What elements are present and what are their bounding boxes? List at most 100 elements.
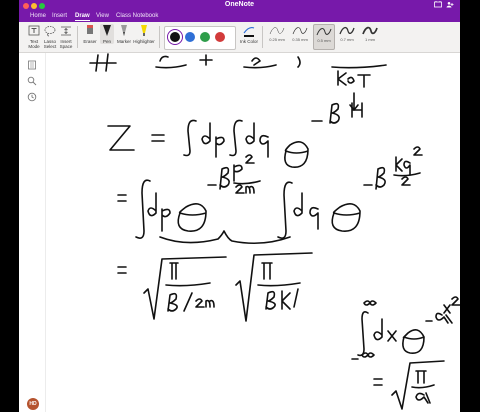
marker-icon [117, 24, 131, 38]
ink-pi [169, 262, 179, 280]
ink-underbrace [159, 230, 291, 245]
ink-D [297, 56, 301, 68]
ink-2m-fraction [155, 55, 187, 69]
ink-canvas[interactable] [46, 53, 460, 412]
insert-space-icon [59, 24, 73, 38]
ink-color-label: Ink Color [240, 39, 259, 44]
ink-beta [311, 102, 340, 124]
thickness-label: 0.35 mm [292, 37, 308, 42]
ink-beta-k [265, 288, 299, 310]
pen-label: Pen [102, 39, 111, 44]
ink-kBT [337, 70, 371, 88]
ink-minus-alpha [425, 312, 453, 324]
highlighter-icon [137, 24, 151, 38]
ribbon-separator [77, 26, 78, 48]
tab-insert[interactable]: Insert [52, 13, 67, 19]
ink-color-icon [242, 24, 256, 38]
swatch-blue[interactable] [185, 32, 195, 42]
ink-beta [207, 166, 230, 190]
ink-e [331, 203, 361, 232]
ink-dp [147, 192, 171, 232]
thickness-label: 0.5 mm [317, 38, 331, 43]
ink-equals [117, 266, 127, 274]
text-mode-button[interactable]: Text Mode [27, 24, 41, 49]
tab-class-notebook[interactable]: Class Notebook [116, 13, 158, 19]
lasso-icon [43, 24, 57, 38]
thickness-0-5mm[interactable]: 0.5 mm [313, 24, 335, 50]
thickness-0-35mm[interactable]: 0.35 mm [290, 24, 310, 48]
ink-fraction-bar [257, 282, 301, 287]
tab-draw[interactable]: Draw [75, 13, 90, 21]
ink-dp [201, 122, 225, 158]
title-bar: OneNote [19, 0, 460, 12]
thickness-0-25mm[interactable]: 0.25 mm [267, 24, 287, 48]
ink-Z [107, 125, 135, 151]
search-icon[interactable] [27, 73, 37, 86]
stroke-preview-icon [339, 26, 355, 35]
eraser-button[interactable]: Eraser [81, 24, 99, 44]
onenote-window: OneNote Home Insert Draw View Class Note… [19, 0, 460, 412]
ink-fraction-bar [411, 384, 435, 389]
swatch-red[interactable] [215, 32, 225, 42]
pen-color-swatches [164, 26, 236, 50]
ink-dx [373, 318, 397, 342]
lasso-select-button[interactable]: Lasso Select [43, 24, 57, 49]
ink-equals [117, 194, 127, 202]
text-mode-label: Text Mode [28, 39, 40, 49]
ink-integral [183, 119, 197, 157]
title-actions [434, 1, 454, 10]
highlighter-label: Highlighter [133, 39, 155, 44]
thickness-1mm[interactable]: 1 mm [360, 24, 380, 48]
marker-button[interactable]: Marker [115, 24, 133, 44]
ink-integral [277, 181, 293, 239]
notebooks-icon[interactable] [27, 57, 37, 70]
stroke-preview-icon [362, 26, 378, 35]
tab-view[interactable]: View [96, 13, 109, 19]
ink-fraction-bar [233, 180, 261, 185]
ink-pi [415, 370, 427, 384]
thickness-label: 0.7 mm [340, 37, 354, 42]
pen-icon [100, 24, 114, 38]
swatch-green[interactable] [200, 32, 210, 42]
thickness-label: 1 mm [365, 37, 375, 42]
eraser-label: Eraser [83, 39, 97, 44]
notifications-icon[interactable] [434, 1, 442, 10]
stroke-preview-icon [292, 27, 308, 35]
stroke-preview-icon [269, 27, 285, 35]
insert-space-button[interactable]: Insert Space [59, 24, 73, 49]
ink-dq [293, 192, 319, 230]
ink-2-fraction [243, 57, 277, 69]
ink-plus [199, 54, 213, 66]
ink-alpha [415, 392, 431, 404]
ribbon-separator [262, 26, 263, 48]
ribbon-separator [159, 26, 160, 48]
share-icon[interactable] [446, 1, 454, 10]
ink-kq-squared [395, 146, 423, 176]
ink-color-button[interactable]: Ink Color [240, 24, 258, 44]
ribbon-tabs: Home Insert Draw View Class Notebook [19, 12, 460, 22]
ink-fraction-bar [393, 172, 421, 177]
eraser-icon [83, 24, 97, 38]
ink-x-squared [443, 296, 460, 314]
swatch-black[interactable] [167, 29, 183, 45]
ink-integral [135, 179, 151, 239]
highlighter-button[interactable]: Highlighter [133, 24, 155, 44]
ink-beta [363, 166, 386, 190]
avatar[interactable]: HD [27, 398, 39, 410]
handwritten-equations [89, 53, 460, 410]
draw-ribbon: Text Mode Lasso Select Insert Space Eras… [19, 22, 460, 53]
pen-button[interactable]: Pen [100, 24, 114, 44]
ink-beta-over-2m [167, 292, 215, 312]
marker-label: Marker [116, 39, 131, 44]
ink-pi [261, 262, 273, 280]
ink-e [284, 141, 309, 168]
ink-sqrt [235, 252, 313, 322]
recent-clock-icon[interactable] [27, 89, 37, 102]
ink-fraction-bar [165, 282, 211, 287]
tab-home[interactable]: Home [30, 13, 46, 19]
ink-dq [245, 122, 269, 158]
ink-2 [401, 176, 411, 186]
insert-space-label: Insert Space [59, 39, 73, 49]
ink-H [89, 53, 117, 72]
thickness-0-7mm[interactable]: 0.7 mm [337, 24, 357, 48]
